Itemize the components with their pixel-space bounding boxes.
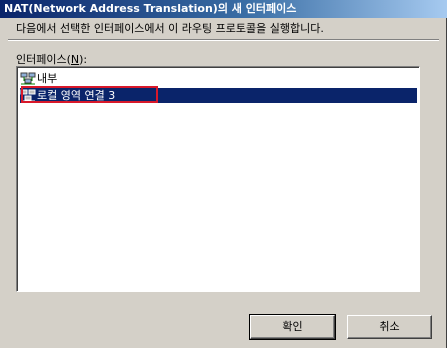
instruction-text: 다음에서 선택한 인터페이스에서 이 라우팅 프로토콜을 실행합니다.	[16, 22, 324, 35]
list-item-label: 내부	[37, 72, 58, 85]
interfaces-label-prefix: 인터페이스(	[16, 53, 71, 66]
dialog-title-bar[interactable]: NAT(Network Address Translation)의 새 인터페이…	[0, 0, 447, 18]
interfaces-listbox[interactable]: 내부 로컬 영역 연결 3	[16, 66, 420, 292]
dialog-title: NAT(Network Address Translation)의 새 인터페이…	[4, 2, 297, 15]
ok-button[interactable]: 확인	[249, 314, 336, 340]
separator	[8, 39, 439, 41]
interfaces-label: 인터페이스(N):	[16, 51, 87, 67]
nat-new-interface-dialog: NAT(Network Address Translation)의 새 인터페이…	[0, 0, 447, 348]
cancel-button[interactable]: 취소	[347, 315, 432, 339]
interfaces-label-suffix: ):	[79, 53, 88, 66]
list-item-internal[interactable]: 내부	[20, 71, 170, 86]
list-item-label: 로컬 영역 연결 3	[37, 89, 116, 102]
network-adapter-icon	[20, 89, 36, 102]
list-item-local-area-connection-3[interactable]: 로컬 영역 연결 3	[20, 86, 417, 103]
interfaces-label-accelerator: N	[70, 53, 80, 66]
network-adapter-icon	[20, 72, 36, 85]
